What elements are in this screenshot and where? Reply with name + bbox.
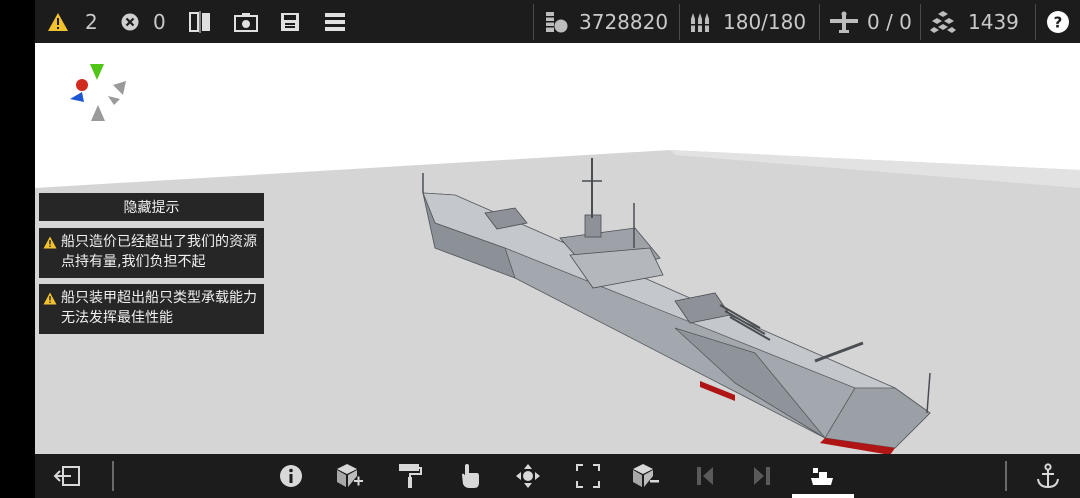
ammo-icon — [690, 12, 711, 32]
move-button[interactable] — [508, 454, 548, 498]
redo-button[interactable] — [742, 454, 782, 498]
mirror-button[interactable] — [188, 0, 212, 43]
warning-icon — [48, 12, 68, 31]
help-icon: ? — [1047, 10, 1069, 33]
resize-icon — [576, 464, 600, 488]
hint-text: 船只造价已经超出了我们的资源点持有量,我们负担不起 — [61, 234, 257, 270]
cube-remove-icon — [633, 464, 659, 487]
divider — [1035, 4, 1036, 40]
warning-icon — [43, 292, 57, 305]
resource-count: 3728820 — [579, 9, 669, 34]
divider — [533, 4, 534, 40]
error-icon — [121, 13, 139, 30]
divider — [920, 4, 921, 40]
launch-button[interactable] — [1028, 454, 1068, 498]
screenshot-button[interactable] — [234, 0, 258, 43]
parts-count: 1439 — [968, 9, 1019, 34]
bridge-tower — [584, 214, 602, 238]
undo-button[interactable] — [685, 454, 725, 498]
menu-button[interactable] — [324, 0, 346, 43]
orientation-gizmo-icon[interactable] — [68, 61, 130, 125]
divider — [1005, 461, 1007, 491]
exit-button[interactable] — [47, 454, 87, 498]
top-toolbar: 2 0 3728820 180/180 0 / 0 1439 ? — [35, 0, 1080, 43]
error-counter[interactable]: 0 — [121, 0, 166, 43]
airplane-icon — [830, 11, 858, 33]
warning-icon — [43, 236, 57, 249]
exit-icon — [53, 466, 80, 486]
hint-text: 船只装甲超出船只类型承载能力无法发挥最佳性能 — [61, 290, 257, 326]
menu-icon — [325, 12, 345, 31]
anchor-icon — [1037, 463, 1059, 489]
paint-button[interactable] — [390, 454, 430, 498]
divider — [819, 4, 820, 40]
save-button[interactable] — [280, 0, 300, 43]
move-arrows-icon — [516, 464, 540, 488]
cube-add-icon — [337, 464, 363, 487]
parts-counter: 1439 — [930, 0, 1019, 43]
ship-icon — [811, 468, 833, 485]
active-tab-indicator — [792, 494, 854, 498]
hand-pointer-icon — [462, 464, 479, 488]
warning-counter[interactable]: 2 — [47, 0, 98, 43]
parts-icon — [930, 10, 956, 33]
resource-counter: 3728820 — [543, 0, 668, 43]
hint-cost-warning: 船只造价已经超出了我们的资源点持有量,我们负担不起 — [39, 228, 264, 278]
divider — [112, 461, 114, 491]
svg-text:?: ? — [1054, 13, 1063, 31]
aircraft-counter: 0 / 0 — [829, 0, 912, 43]
help-button[interactable]: ? — [1046, 0, 1070, 43]
error-count: 0 — [153, 9, 166, 34]
bottom-toolbar — [35, 454, 1080, 498]
step-back-icon — [697, 467, 713, 485]
paint-roller-icon — [399, 464, 422, 488]
select-button[interactable] — [450, 454, 490, 498]
mirror-icon — [189, 10, 210, 33]
info-button[interactable] — [271, 454, 311, 498]
ammo-counter: 180/180 — [689, 0, 806, 43]
ship-view-button[interactable] — [802, 454, 842, 498]
step-forward-icon — [754, 467, 770, 485]
hide-hints-button[interactable]: 隐藏提示 — [39, 193, 264, 221]
remove-part-button[interactable] — [626, 454, 666, 498]
camera-icon — [234, 12, 258, 32]
ammo-count: 180/180 — [723, 9, 807, 34]
hint-armor-warning: 船只装甲超出船只类型承载能力无法发挥最佳性能 — [39, 284, 264, 334]
add-part-button[interactable] — [330, 454, 370, 498]
scale-button[interactable] — [568, 454, 608, 498]
coins-icon — [546, 11, 568, 32]
divider — [679, 4, 680, 40]
warning-count: 2 — [85, 9, 98, 34]
aircraft-count: 0 / 0 — [867, 9, 912, 34]
info-icon — [280, 465, 302, 487]
save-icon — [281, 12, 299, 31]
